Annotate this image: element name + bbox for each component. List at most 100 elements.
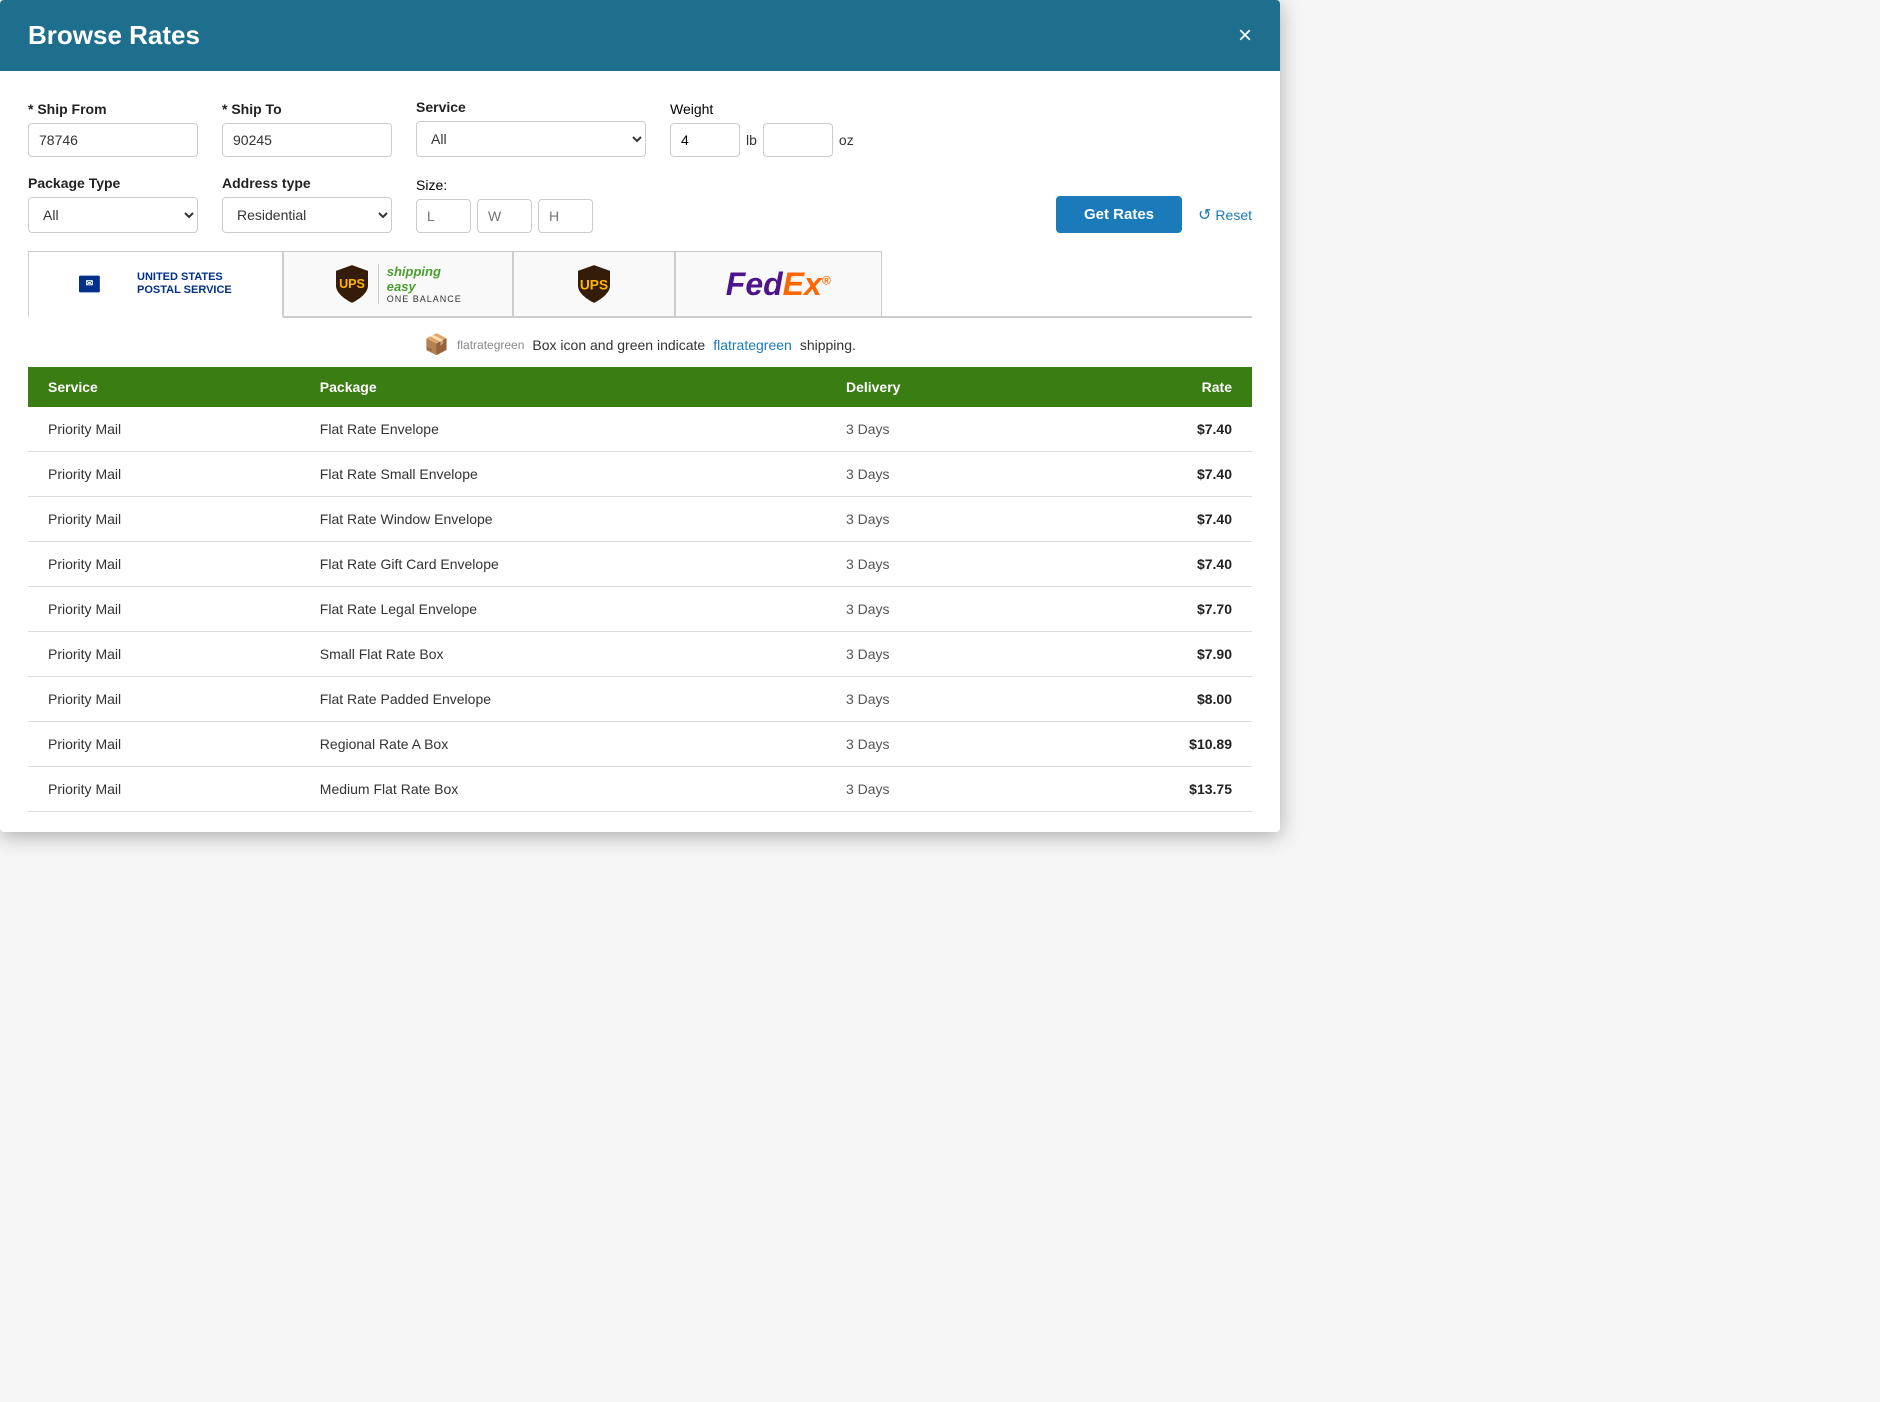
table-row: Priority MailFlat Rate Gift Card Envelop…	[28, 542, 1252, 587]
cell-service: Priority Mail	[28, 542, 300, 587]
cell-package: Flat Rate Envelope	[300, 407, 826, 452]
carrier-tab-usps[interactable]: ✉ UNITED STATES POSTAL SERVICE	[28, 251, 283, 318]
size-h-input[interactable]	[538, 199, 593, 233]
usps-eagle-icon: ✉	[79, 264, 129, 304]
cell-service: Priority Mail	[28, 767, 300, 812]
table-row: Priority MailFlat Rate Small Envelope3 D…	[28, 452, 1252, 497]
ups-shield-icon: UPS	[334, 264, 370, 304]
carrier-tab-fedex[interactable]: FedEx®	[675, 251, 882, 316]
svg-text:UPS: UPS	[339, 277, 365, 291]
table-header-row: Service Package Delivery Rate	[28, 367, 1252, 407]
table-row: Priority MailFlat Rate Legal Envelope3 D…	[28, 587, 1252, 632]
lb-unit-label: lb	[746, 132, 757, 148]
flatrate-notice-text-after: shipping.	[800, 337, 856, 353]
cell-rate: $7.70	[1053, 587, 1252, 632]
size-label: Size:	[416, 177, 593, 193]
weight-label: Weight	[670, 101, 854, 117]
cell-rate: $7.40	[1053, 407, 1252, 452]
size-group: Size:	[416, 177, 593, 233]
table-row: Priority MailSmall Flat Rate Box3 Days$7…	[28, 632, 1252, 677]
cell-rate: $7.40	[1053, 497, 1252, 542]
service-select[interactable]: All Priority Mail First Class Ground	[416, 121, 646, 157]
table-row: Priority MailFlat Rate Envelope3 Days$7.…	[28, 407, 1252, 452]
cell-delivery: 3 Days	[826, 587, 1053, 632]
flatrate-link[interactable]: flatrategreen	[713, 337, 792, 353]
cell-delivery: 3 Days	[826, 407, 1053, 452]
weight-group: Weight lb oz	[670, 101, 854, 157]
size-w-input[interactable]	[477, 199, 532, 233]
svg-text:✉: ✉	[86, 278, 94, 288]
cell-rate: $10.89	[1053, 722, 1252, 767]
cell-package: Medium Flat Rate Box	[300, 767, 826, 812]
cell-delivery: 3 Days	[826, 497, 1053, 542]
usps-logo: ✉ UNITED STATES POSTAL SERVICE	[79, 264, 232, 304]
oz-unit-label: oz	[839, 132, 854, 148]
address-type-select[interactable]: Residential Commercial	[222, 197, 392, 233]
form-row-1: * Ship From * Ship To Service All Priori…	[28, 99, 1252, 157]
weight-oz-input[interactable]	[763, 123, 833, 157]
modal-body: * Ship From * Ship To Service All Priori…	[0, 71, 1280, 832]
cell-rate: $13.75	[1053, 767, 1252, 812]
rates-table: Service Package Delivery Rate Priority M…	[28, 367, 1252, 812]
cell-service: Priority Mail	[28, 677, 300, 722]
cell-delivery: 3 Days	[826, 722, 1053, 767]
cell-rate: $7.40	[1053, 542, 1252, 587]
usps-text: UNITED STATES POSTAL SERVICE	[137, 271, 232, 297]
weight-lb-input[interactable]	[670, 123, 740, 157]
table-row: Priority MailMedium Flat Rate Box3 Days$…	[28, 767, 1252, 812]
fedex-logo: FedEx®	[726, 266, 831, 303]
cell-rate: $8.00	[1053, 677, 1252, 722]
cell-service: Priority Mail	[28, 497, 300, 542]
cell-delivery: 3 Days	[826, 767, 1053, 812]
size-l-input[interactable]	[416, 199, 471, 233]
cell-service: Priority Mail	[28, 722, 300, 767]
flatrate-box-icon: 📦	[424, 332, 449, 357]
reset-label: Reset	[1215, 207, 1252, 223]
address-type-group: Address type Residential Commercial	[222, 175, 392, 233]
address-type-label: Address type	[222, 175, 392, 191]
cell-package: Flat Rate Padded Envelope	[300, 677, 826, 722]
carrier-tabs: ✉ UNITED STATES POSTAL SERVICE UPS	[28, 251, 1252, 318]
ship-to-label: * Ship To	[222, 101, 392, 117]
table-row: Priority MailFlat Rate Window Envelope3 …	[28, 497, 1252, 542]
cell-package: Flat Rate Small Envelope	[300, 452, 826, 497]
cell-package: Regional Rate A Box	[300, 722, 826, 767]
ups-shipping-easy-logo: UPS shipping easy ONE BALANCE	[334, 264, 462, 304]
flatrate-notice-text: Box icon and green indicate	[532, 337, 705, 353]
cell-package: Small Flat Rate Box	[300, 632, 826, 677]
package-type-label: Package Type	[28, 175, 198, 191]
col-delivery: Delivery	[826, 367, 1053, 407]
col-rate: Rate	[1053, 367, 1252, 407]
cell-package: Flat Rate Window Envelope	[300, 497, 826, 542]
cell-package: Flat Rate Legal Envelope	[300, 587, 826, 632]
cell-delivery: 3 Days	[826, 542, 1053, 587]
cell-delivery: 3 Days	[826, 632, 1053, 677]
package-type-select[interactable]: All Flat Rate Envelope Box Package	[28, 197, 198, 233]
cell-rate: $7.90	[1053, 632, 1252, 677]
close-button[interactable]: ×	[1238, 24, 1252, 48]
cell-service: Priority Mail	[28, 632, 300, 677]
svg-text:UPS: UPS	[580, 278, 608, 293]
table-row: Priority MailRegional Rate A Box3 Days$1…	[28, 722, 1252, 767]
cell-package: Flat Rate Gift Card Envelope	[300, 542, 826, 587]
flatrate-notice: 📦 flatrategreen Box icon and green indic…	[28, 318, 1252, 367]
ship-to-input[interactable]	[222, 123, 392, 157]
col-package: Package	[300, 367, 826, 407]
weight-inputs: lb oz	[670, 123, 854, 157]
cell-rate: $7.40	[1053, 452, 1252, 497]
package-type-group: Package Type All Flat Rate Envelope Box …	[28, 175, 198, 233]
size-inputs	[416, 199, 593, 233]
cell-service: Priority Mail	[28, 587, 300, 632]
get-rates-button[interactable]: Get Rates	[1056, 196, 1182, 233]
carrier-tab-ups[interactable]: UPS	[513, 251, 675, 316]
cell-delivery: 3 Days	[826, 452, 1053, 497]
carrier-tab-ups-shipping-easy[interactable]: UPS shipping easy ONE BALANCE	[283, 251, 513, 316]
cell-delivery: 3 Days	[826, 677, 1053, 722]
table-section: 📦 flatrategreen Box icon and green indic…	[28, 318, 1252, 812]
ship-from-input[interactable]	[28, 123, 198, 157]
modal-title: Browse Rates	[28, 20, 200, 51]
col-service: Service	[28, 367, 300, 407]
modal-header: Browse Rates ×	[0, 0, 1280, 71]
browse-rates-modal: Browse Rates × * Ship From * Ship To Ser…	[0, 0, 1280, 832]
reset-button[interactable]: ↺ Reset	[1198, 205, 1252, 225]
